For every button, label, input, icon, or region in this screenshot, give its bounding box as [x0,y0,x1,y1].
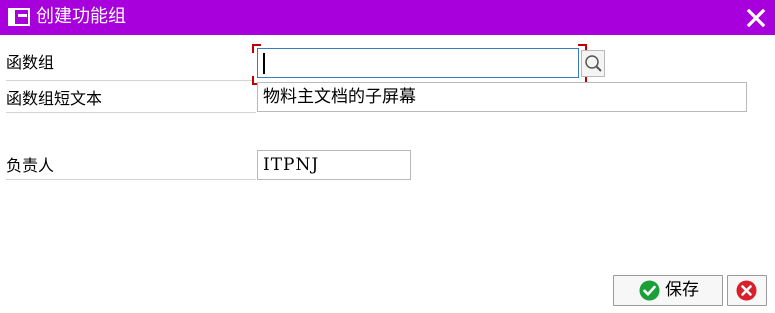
text-caret [263,53,265,74]
responsible-value: ITPNJ [263,155,320,175]
row-divider [6,179,256,180]
function-group-input[interactable] [257,48,579,78]
short-text-value: 物料主文档的子屏幕 [263,87,416,107]
row-divider [6,112,256,113]
row-divider [6,80,254,81]
search-icon [585,55,602,72]
short-text-label: 函数组短文本 [6,89,103,108]
function-group-label: 函数组 [6,53,55,72]
short-text-input[interactable]: 物料主文档的子屏幕 [257,82,747,112]
value-help-button[interactable] [581,50,605,77]
window-title: 创建功能组 [36,6,126,27]
responsible-input[interactable]: ITPNJ [257,150,411,180]
save-button-label: 保存 [665,280,699,300]
title-bar: 创建功能组 [0,0,775,35]
create-document-icon [8,8,30,26]
responsible-label: 负责人 [6,156,55,175]
save-button[interactable]: 保存 [613,275,723,306]
check-icon [639,280,660,301]
close-icon[interactable] [745,7,767,29]
cancel-icon [736,280,757,301]
cancel-button[interactable] [727,275,767,306]
